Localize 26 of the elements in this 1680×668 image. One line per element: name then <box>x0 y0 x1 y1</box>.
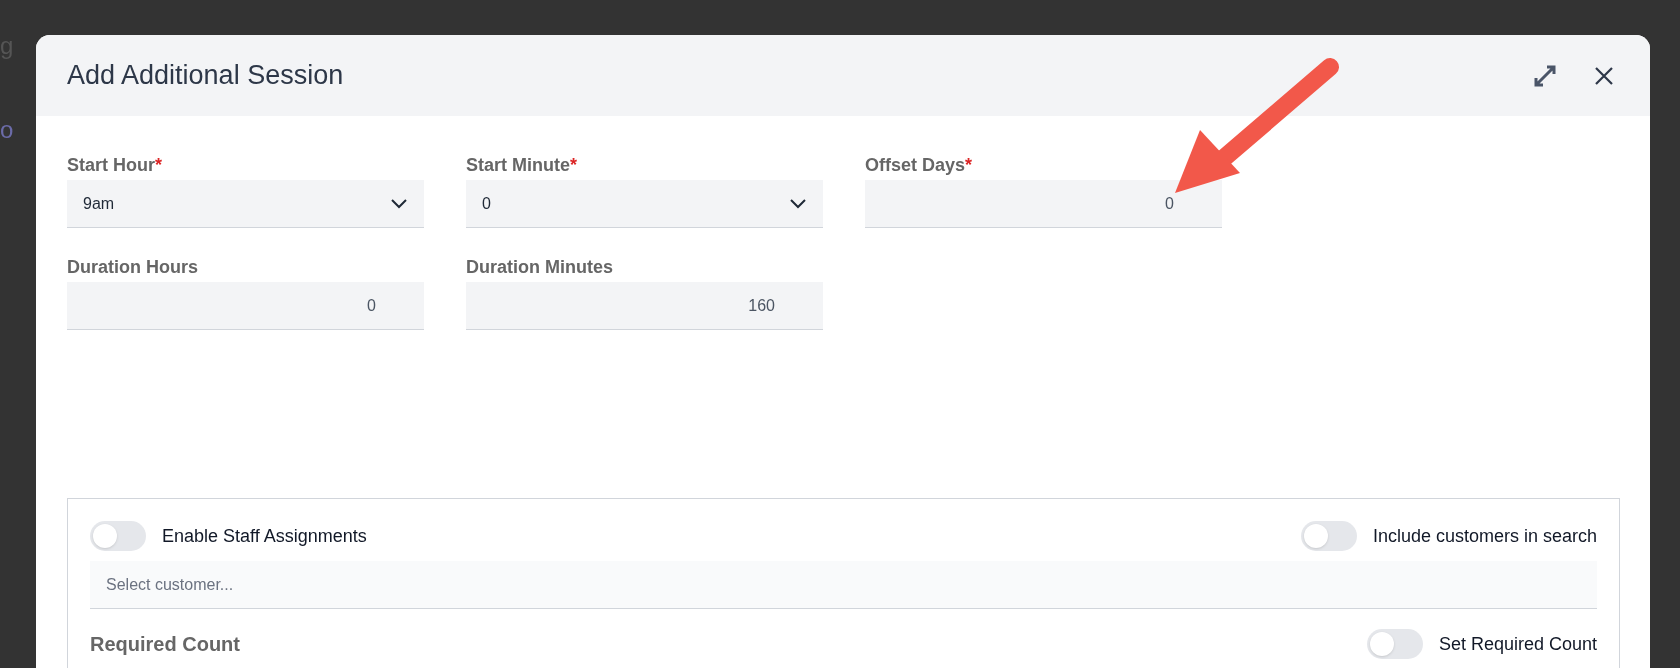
toggle-label: Enable Staff Assignments <box>162 524 367 548</box>
toggle-switch[interactable] <box>90 521 146 551</box>
chevron-down-icon <box>390 197 408 210</box>
toggle-label: Set Required Count <box>1438 632 1597 656</box>
select-field[interactable]: 9am <box>67 180 424 228</box>
number-field[interactable]: 160 <box>466 282 823 330</box>
select-field[interactable]: 0 <box>466 180 823 228</box>
toggle-switch[interactable] <box>1300 521 1357 551</box>
field-label: Start Minute <box>466 153 570 177</box>
number-field[interactable]: 0 <box>67 282 424 330</box>
required-asterisk: * <box>570 153 578 177</box>
section-label: Required Count <box>90 632 240 657</box>
number-field[interactable]: 0 <box>865 180 1222 228</box>
backdrop-text: o <box>0 115 14 145</box>
toggle-label: Include customers in search <box>1372 524 1597 548</box>
field-label: Duration Hours <box>67 255 198 279</box>
chevron-down-icon <box>789 197 807 210</box>
field-label: Duration Minutes <box>466 255 613 279</box>
dialog-title: Add Additional Session <box>67 59 344 93</box>
customer-select-field[interactable]: Select customer... <box>90 561 1597 609</box>
required-asterisk: * <box>155 153 163 177</box>
toggle-switch[interactable] <box>1366 629 1423 659</box>
required-asterisk: * <box>965 153 973 177</box>
field-label: Start Hour <box>67 153 155 177</box>
field-label: Offset Days <box>865 153 966 177</box>
close-icon[interactable] <box>1594 65 1614 86</box>
